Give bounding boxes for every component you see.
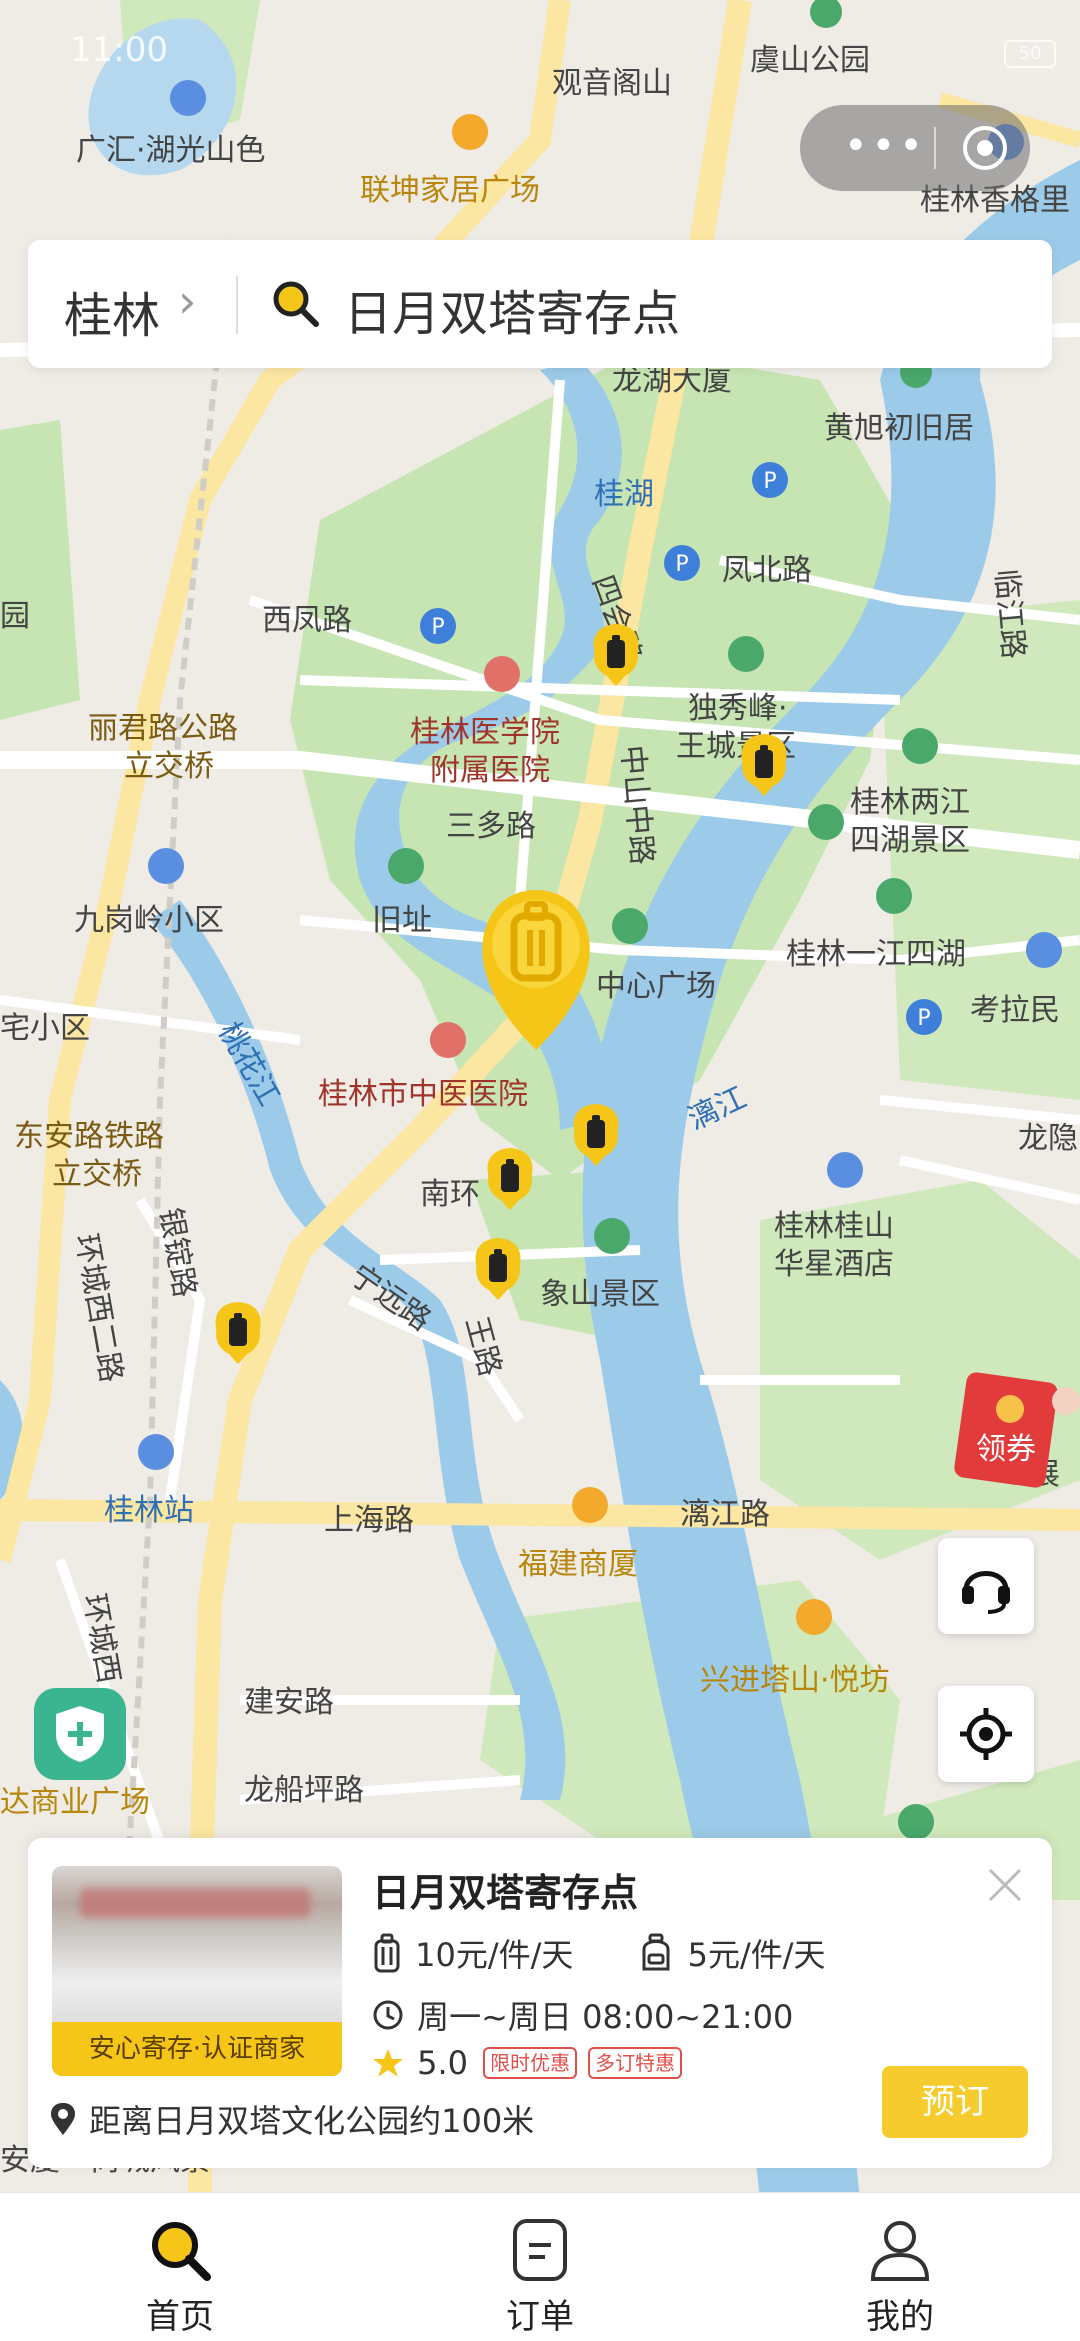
map-label: 考拉民 xyxy=(970,993,1060,1028)
map-label: 联坤家居广场 xyxy=(360,173,540,208)
battery-icon: 50 xyxy=(1004,40,1056,68)
map-label: 桂林市中医医院 xyxy=(318,1077,528,1112)
clock-icon xyxy=(373,2000,403,2030)
safety-shield-button[interactable] xyxy=(34,1688,126,1780)
map-label: 立交桥 xyxy=(52,1157,142,1192)
map-label: 宅小区 xyxy=(0,1011,90,1046)
map-label: 龙湖大厦 xyxy=(612,363,732,398)
map-label: 桂湖 xyxy=(594,477,654,512)
coupon-button[interactable]: 领券 xyxy=(948,1365,1080,1495)
map-label: 黄旭初旧居 xyxy=(824,411,974,446)
search-divider xyxy=(236,276,238,334)
search-input[interactable]: 日月双塔寄存点 xyxy=(344,274,680,344)
storage-detail-card[interactable]: 安心寄存·认证商家 日月双塔寄存点 10元/件/天 5元/件/天 周一~周日 0… xyxy=(28,1838,1052,2168)
opening-hours: 周一~周日 08:00~21:00 xyxy=(417,1998,794,2036)
map-label: 九岗岭小区 xyxy=(74,903,224,938)
hours-row: 周一~周日 08:00~21:00 xyxy=(372,1992,793,2036)
tab-orders[interactable]: 订单 xyxy=(450,2193,630,2341)
map-label: 丽君路公路 xyxy=(88,711,238,746)
location-pin-icon xyxy=(51,2103,75,2135)
tab-profile[interactable]: 我的 xyxy=(810,2193,990,2341)
headset-icon xyxy=(962,1571,1010,1614)
search-icon xyxy=(273,281,319,327)
status-time: 11:00 xyxy=(70,30,168,70)
tab-home[interactable]: 首页 xyxy=(90,2193,270,2341)
backpack-icon xyxy=(642,1933,670,1971)
map-label: 桂林站 xyxy=(104,1493,194,1528)
storage-title: 日月双塔寄存点 xyxy=(372,1871,639,1915)
map-label: 桂林一江四湖 xyxy=(786,937,966,972)
rating-value: 5.0 xyxy=(417,2044,468,2082)
map-label: 独秀峰· xyxy=(688,691,788,726)
shield-plus-icon xyxy=(56,1706,104,1762)
suitcase-price: 10元/件/天 xyxy=(415,1936,574,1974)
chevron-right-icon: › xyxy=(178,274,197,328)
map-label: 象山景区 xyxy=(540,1277,660,1312)
promo-tag-limited: 限时优惠 xyxy=(483,2047,578,2079)
tab-label: 首页 xyxy=(146,2297,214,2337)
close-miniprogram-icon[interactable] xyxy=(960,123,1010,173)
coupon-label: 领券 xyxy=(976,1432,1036,1467)
distance-text: 距离日月双塔文化公园约100米 xyxy=(89,2102,535,2140)
order-list-icon xyxy=(513,2219,567,2281)
bottom-tab-bar: 首页 订单 我的 xyxy=(0,2192,1080,2341)
map-label: 桂林两江 xyxy=(850,785,970,820)
map-label: 桂林医学院 xyxy=(410,715,560,750)
price-row: 10元/件/天 5元/件/天 xyxy=(372,1930,826,1974)
tab-label: 我的 xyxy=(866,2297,934,2337)
map-label: 凤北路 xyxy=(722,553,812,588)
map-label: 福建商厦 xyxy=(518,1547,638,1582)
svg-text:P: P xyxy=(917,1006,930,1031)
search-icon xyxy=(152,2222,211,2281)
backpack-price: 5元/件/天 xyxy=(687,1936,826,1974)
map-label: 四湖景区 xyxy=(850,823,970,858)
more-menu-button[interactable]: ••• xyxy=(844,123,924,173)
svg-text:P: P xyxy=(431,615,444,640)
miniprogram-capsule: ••• xyxy=(800,105,1030,191)
certified-badge: 安心寄存·认证商家 xyxy=(52,2022,342,2076)
map-label: 中心广场 xyxy=(596,969,716,1004)
map-label: 达商业广场 xyxy=(0,1785,150,1820)
customer-service-button[interactable] xyxy=(938,1538,1034,1634)
coin-icon xyxy=(996,1395,1024,1423)
search-bar: 桂林 › 日月双塔寄存点 xyxy=(28,240,1052,368)
rating-row: 5.0 限时优惠 多订特惠 xyxy=(372,2044,683,2088)
suitcase-icon xyxy=(374,1933,400,1973)
capsule-divider xyxy=(934,127,936,169)
map-label: 附属医院 xyxy=(430,753,550,788)
map-label: 上海路 xyxy=(324,1503,414,1538)
storefront-sign xyxy=(80,1888,310,1918)
map-label: 园 xyxy=(0,599,30,634)
city-selector[interactable]: 桂林 xyxy=(64,276,160,346)
close-icon[interactable] xyxy=(980,1860,1030,1910)
map-label: 建安路 xyxy=(244,1685,334,1720)
location-target-icon xyxy=(960,1708,1012,1760)
map-label: 龙船坪路 xyxy=(244,1773,364,1808)
map-label: 南环 xyxy=(420,1177,480,1212)
map-label: 西凤路 xyxy=(262,603,352,638)
map-label: 华星酒店 xyxy=(774,1247,894,1282)
map-label: 三多路 xyxy=(446,809,536,844)
book-button[interactable]: 预订 xyxy=(882,2066,1028,2138)
promo-tag-multi: 多订特惠 xyxy=(588,2047,683,2079)
map-label: 漓江路 xyxy=(680,1497,770,1532)
star-icon xyxy=(373,2049,403,2077)
storage-photo[interactable]: 安心寄存·认证商家 xyxy=(52,1866,342,2076)
user-icon xyxy=(870,2221,930,2281)
map-label: 立交桥 xyxy=(124,749,214,784)
map-label: 东安路铁路 xyxy=(14,1119,164,1154)
svg-text:P: P xyxy=(675,552,688,577)
status-bar: 11:00 50 xyxy=(0,0,1080,110)
map-label: 旧址 xyxy=(372,903,432,938)
locate-button[interactable] xyxy=(938,1686,1034,1782)
map-label: 广汇·湖光山色 xyxy=(76,133,266,168)
tab-label: 订单 xyxy=(506,2297,574,2337)
map-label: 龙隐 xyxy=(1018,1121,1078,1156)
svg-text:P: P xyxy=(763,469,776,494)
map-label: 兴进塔山·悦坊 xyxy=(700,1663,890,1698)
map-label: 桂林桂山 xyxy=(774,1209,894,1244)
distance-row: 距离日月双塔文化公园约100米 xyxy=(50,2096,534,2140)
